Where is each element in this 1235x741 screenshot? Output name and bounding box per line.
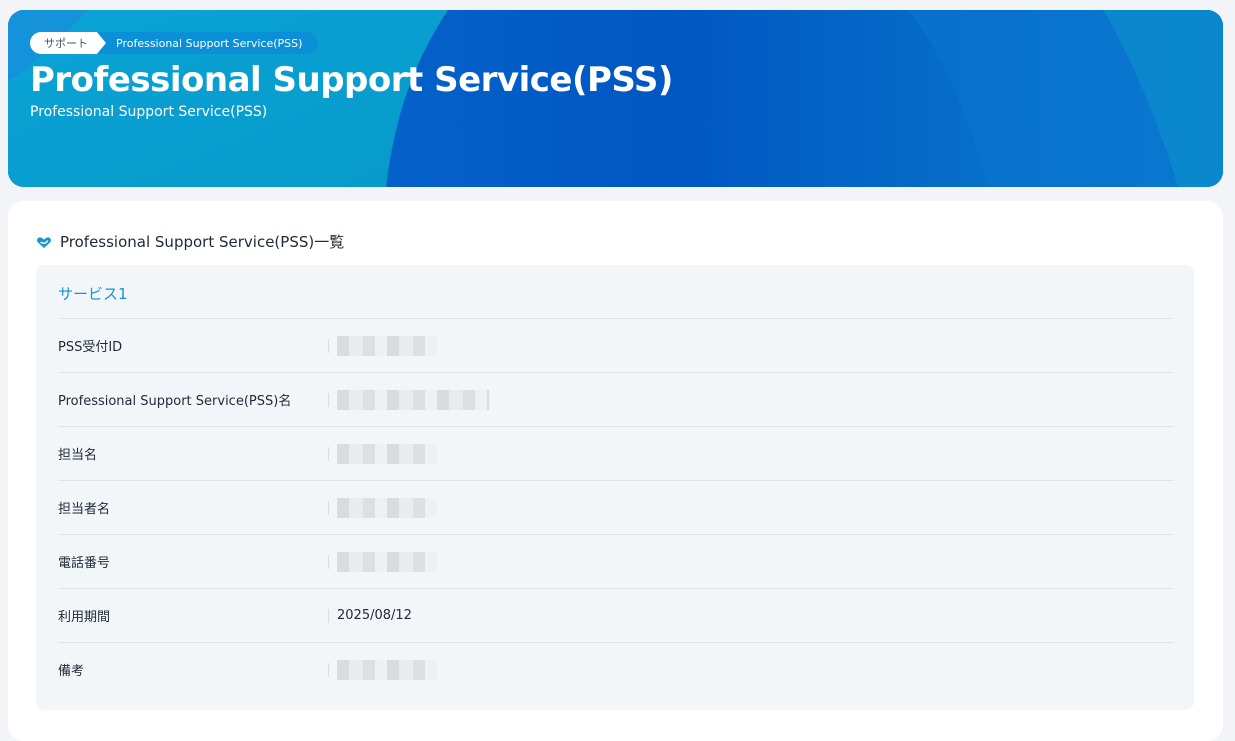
row-label: 担当者名 [58, 502, 111, 517]
row-notes: 備考 [58, 643, 1174, 696]
service-detail-list: PSS受付ID Professional Support Service(PSS… [58, 318, 1174, 696]
row-person: 担当者名 [58, 481, 1174, 535]
row-divider [328, 662, 329, 677]
row-department: 担当名 [58, 427, 1174, 481]
row-period: 利用期間 2025/08/12 [58, 589, 1174, 643]
breadcrumb-home-link[interactable]: サポート [30, 32, 106, 54]
row-value: 2025/08/12 [337, 608, 412, 623]
redacted-value [337, 659, 437, 680]
section-title: Professional Support Service(PSS)一覧 [60, 233, 345, 251]
row-label: 備考 [58, 664, 85, 679]
page-subtitle: Professional Support Service(PSS) [30, 104, 268, 120]
redacted-value [337, 551, 437, 572]
redacted-value [337, 335, 437, 356]
row-label: Professional Support Service(PSS)名 [58, 394, 292, 409]
row-divider [328, 554, 329, 569]
row-label: 電話番号 [58, 556, 111, 571]
redacted-value [337, 443, 437, 464]
heart-hand-icon [37, 236, 51, 248]
row-divider [328, 392, 329, 407]
hero-banner: サポート Professional Support Service(PSS) P… [8, 10, 1223, 187]
breadcrumb-current: Professional Support Service(PSS) [98, 32, 319, 54]
redacted-value [337, 389, 489, 410]
row-pss-id: PSS受付ID [58, 319, 1174, 373]
row-divider [328, 608, 329, 623]
row-label: PSS受付ID [58, 340, 123, 355]
row-phone: 電話番号 [58, 535, 1174, 589]
redacted-value [337, 497, 437, 518]
row-pss-name: Professional Support Service(PSS)名 [58, 373, 1174, 427]
page-title: Professional Support Service(PSS) [30, 60, 673, 100]
row-divider [328, 338, 329, 353]
section-header: Professional Support Service(PSS)一覧 [36, 231, 344, 252]
content-card: Professional Support Service(PSS)一覧 サービス… [8, 201, 1223, 741]
row-divider [328, 446, 329, 461]
service-name: サービス1 [58, 285, 128, 303]
breadcrumb: サポート Professional Support Service(PSS) [30, 32, 319, 54]
row-label: 利用期間 [58, 610, 111, 625]
service-panel: サービス1 PSS受付ID Professional Support Servi… [36, 265, 1194, 710]
row-label: 担当名 [58, 448, 98, 463]
row-divider [328, 500, 329, 515]
